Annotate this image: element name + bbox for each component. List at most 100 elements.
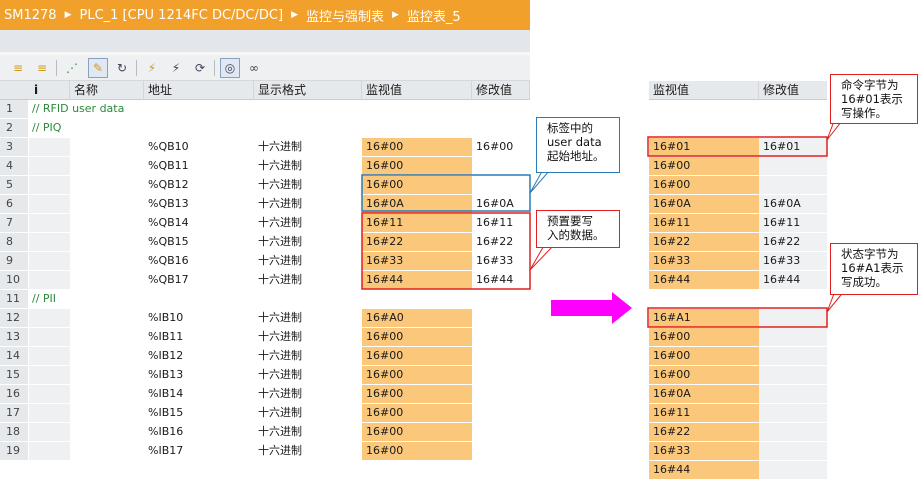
table-row[interactable]: 1// RFID user data: [0, 100, 530, 119]
modify-value-cell[interactable]: [472, 347, 530, 365]
address-cell[interactable]: %QB10: [144, 138, 254, 156]
row-number[interactable]: 16: [0, 385, 28, 403]
format-cell[interactable]: 十六进制: [254, 138, 362, 156]
row-number[interactable]: 19: [0, 442, 28, 460]
address-cell[interactable]: %QB11: [144, 157, 254, 175]
modify-value-cell[interactable]: [472, 157, 530, 175]
row-comment[interactable]: // PII: [28, 290, 530, 308]
address-cell[interactable]: %IB12: [144, 347, 254, 365]
name-cell[interactable]: [71, 309, 143, 327]
address-cell[interactable]: %QB13: [144, 195, 254, 213]
table-row[interactable]: 5 %QB12 十六进制 16#00: [0, 176, 530, 195]
right-table-row[interactable]: 16#01 16#01: [649, 138, 827, 157]
column-header-modify[interactable]: 修改值: [759, 81, 827, 100]
row-comment[interactable]: // PIQ: [28, 119, 530, 137]
modify-value-cell[interactable]: [759, 461, 827, 479]
modify-value-cell[interactable]: 16#0A: [759, 195, 827, 213]
row-number[interactable]: 11: [0, 290, 28, 308]
right-table-row[interactable]: [649, 119, 827, 138]
format-cell[interactable]: 十六进制: [254, 233, 362, 251]
modify-value-cell[interactable]: [759, 385, 827, 403]
address-cell[interactable]: %IB16: [144, 423, 254, 441]
row-number[interactable]: 3: [0, 138, 28, 156]
name-cell[interactable]: [71, 252, 143, 270]
right-table-row[interactable]: 16#0A: [649, 385, 827, 404]
table-row[interactable]: 8 %QB15 十六进制 16#22 16#22: [0, 233, 530, 252]
modify-value-cell[interactable]: 16#11: [759, 214, 827, 232]
right-table-row[interactable]: 16#00: [649, 328, 827, 347]
modify-value-cell[interactable]: 16#00: [472, 138, 530, 156]
address-cell[interactable]: %QB14: [144, 214, 254, 232]
modify-value-cell[interactable]: 16#11: [472, 214, 530, 232]
address-cell[interactable]: %QB16: [144, 252, 254, 270]
modify-icon[interactable]: ✎: [88, 58, 108, 78]
name-cell[interactable]: [71, 214, 143, 232]
right-table-row[interactable]: 16#22: [649, 423, 827, 442]
table-row[interactable]: 16 %IB14 十六进制 16#00: [0, 385, 530, 404]
right-table-row[interactable]: 16#0A 16#0A: [649, 195, 827, 214]
address-cell[interactable]: %IB17: [144, 442, 254, 460]
row-number[interactable]: 2: [0, 119, 28, 137]
modify-value-cell[interactable]: [759, 157, 827, 175]
breadcrumb-plc[interactable]: PLC_1 [CPU 1214FC DC/DC/DC]: [79, 8, 283, 23]
column-header-modify[interactable]: 修改值: [472, 81, 530, 100]
modify-value-cell[interactable]: 16#01: [759, 138, 827, 156]
table-row[interactable]: 10 %QB17 十六进制 16#44 16#44: [0, 271, 530, 290]
format-cell[interactable]: 十六进制: [254, 366, 362, 384]
row-number[interactable]: 4: [0, 157, 28, 175]
modify-value-cell[interactable]: [759, 347, 827, 365]
modify-value-cell[interactable]: 16#33: [472, 252, 530, 270]
name-cell[interactable]: [71, 176, 143, 194]
modify-value-cell[interactable]: [759, 328, 827, 346]
name-cell[interactable]: [71, 442, 143, 460]
format-cell[interactable]: 十六进制: [254, 347, 362, 365]
row-number[interactable]: 1: [0, 100, 28, 118]
format-cell[interactable]: 十六进制: [254, 176, 362, 194]
column-header-address[interactable]: 地址: [144, 81, 254, 100]
name-cell[interactable]: [71, 328, 143, 346]
modify-value-cell[interactable]: [759, 309, 827, 327]
modify-value-cell[interactable]: [759, 404, 827, 422]
force-icon[interactable]: ⚡: [142, 58, 162, 78]
modify-value-cell[interactable]: [472, 442, 530, 460]
table-row[interactable]: 18 %IB16 十六进制 16#00: [0, 423, 530, 442]
format-cell[interactable]: 十六进制: [254, 195, 362, 213]
modify-once-icon[interactable]: ⋰: [62, 58, 82, 78]
right-table-row[interactable]: 16#00: [649, 176, 827, 195]
row-number[interactable]: 14: [0, 347, 28, 365]
column-header-format[interactable]: 显示格式: [254, 81, 362, 100]
name-cell[interactable]: [71, 195, 143, 213]
row-number[interactable]: 12: [0, 309, 28, 327]
add-row-icon[interactable]: ≡: [8, 58, 28, 78]
format-cell[interactable]: 十六进制: [254, 385, 362, 403]
modify-value-cell[interactable]: [759, 366, 827, 384]
table-row[interactable]: 15 %IB13 十六进制 16#00: [0, 366, 530, 385]
row-number[interactable]: 15: [0, 366, 28, 384]
table-row[interactable]: 6 %QB13 十六进制 16#0A 16#0A: [0, 195, 530, 214]
table-row[interactable]: 2// PIQ: [0, 119, 530, 138]
format-cell[interactable]: 十六进制: [254, 442, 362, 460]
right-table-row[interactable]: 16#33: [649, 442, 827, 461]
table-row[interactable]: 17 %IB15 十六进制 16#00: [0, 404, 530, 423]
monitor-all-icon[interactable]: ◎: [220, 58, 240, 78]
modify-value-cell[interactable]: 16#44: [472, 271, 530, 289]
right-table-row[interactable]: 16#33 16#33: [649, 252, 827, 271]
right-table-row[interactable]: 16#00: [649, 347, 827, 366]
modify-value-cell[interactable]: 16#33: [759, 252, 827, 270]
name-cell[interactable]: [71, 347, 143, 365]
modify-value-cell[interactable]: [472, 309, 530, 327]
column-header-monitor[interactable]: 监视值: [649, 81, 759, 100]
format-cell[interactable]: 十六进制: [254, 157, 362, 175]
table-row[interactable]: 14 %IB12 十六进制 16#00: [0, 347, 530, 366]
name-cell[interactable]: [71, 423, 143, 441]
monitor-cycle-icon[interactable]: ↻: [112, 58, 132, 78]
row-number[interactable]: 13: [0, 328, 28, 346]
row-number[interactable]: 18: [0, 423, 28, 441]
row-comment[interactable]: // RFID user data: [28, 100, 530, 118]
modify-value-cell[interactable]: 16#44: [759, 271, 827, 289]
address-cell[interactable]: %IB11: [144, 328, 254, 346]
format-cell[interactable]: 十六进制: [254, 252, 362, 270]
row-number[interactable]: 17: [0, 404, 28, 422]
modify-value-cell[interactable]: [472, 366, 530, 384]
modify-value-cell[interactable]: [472, 423, 530, 441]
